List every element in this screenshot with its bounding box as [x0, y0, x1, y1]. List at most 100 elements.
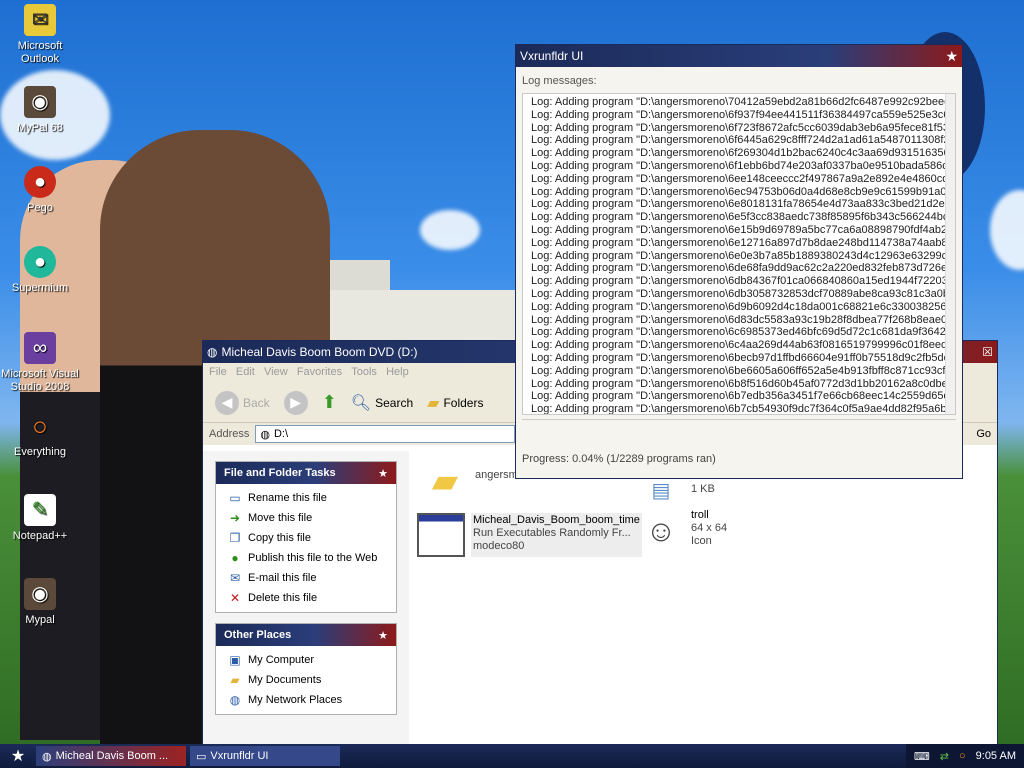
file-tasks-header[interactable]: File and Folder Tasks ★ [216, 462, 396, 484]
desktop-icon-notepadpp[interactable]: ✎ Notepad++ [0, 494, 80, 543]
log-line: Log: Adding program "D:\angersmoreno\6de… [531, 262, 954, 275]
log-line: Log: Adding program "D:\angersmoreno\704… [531, 96, 956, 108]
log-line: Log: Adding program "D:\angersmoreno\6f9… [531, 108, 956, 121]
taskbar-item-vxrunfldr[interactable]: ▭ Vxrunfldr UI [190, 746, 340, 766]
up-folder-button[interactable]: ⬆ [318, 390, 341, 415]
log-line: Log: Adding program "D:\angersmoreno\6e5… [531, 211, 949, 224]
log-line: Log: Adding program "D:\angersmoreno\6b8… [531, 377, 954, 390]
exe-icon [417, 513, 465, 557]
star-icon: ★ [945, 47, 958, 64]
task-publish[interactable]: ● Publish this file to the Web [216, 548, 396, 568]
place-my-computer[interactable]: ▣ My Computer [216, 650, 396, 670]
mypal-icon: ◉ [24, 578, 56, 610]
star-icon: ★ [378, 467, 388, 480]
desktop-icon-label: Microsoft Visual Studio 2008 [1, 368, 79, 393]
log-line: Log: Adding program "D:\angersmoreno\6e0… [531, 249, 954, 262]
progress-text: Progress: 0.04% (1/2289 programs ran) [522, 453, 716, 465]
file-item-exe[interactable]: Micheal_Davis_Boom_boom_time Run Executa… [417, 513, 642, 557]
taskbar: ★ ◍ Micheal Davis Boom ... ▭ Vxrunfldr U… [0, 744, 1024, 768]
desktop-icon-visual-studio[interactable]: ∞ Microsoft Visual Studio 2008 [0, 332, 80, 394]
desktop-icon-supermium[interactable]: ● Supermium [0, 246, 80, 295]
log-label: Log messages: [522, 75, 597, 87]
close-icon[interactable]: ☒ [982, 345, 993, 359]
search-icon[interactable]: ○ [959, 750, 966, 762]
log-line: Log: Adding program "D:\angersmoreno\6c6… [531, 326, 953, 339]
desktop-icon-outlook[interactable]: ✉ Microsoft Outlook [0, 4, 80, 66]
desktop-icon-everything[interactable]: ○ Everything [0, 410, 80, 459]
log-line: Log: Adding program "D:\angersmoreno\6ee… [531, 172, 955, 185]
drive-icon: ◍ [42, 750, 52, 763]
pego-icon: ● [24, 166, 56, 198]
log-list[interactable]: Log: Adding program "D:\angersmoreno\704… [522, 93, 956, 415]
system-tray: ⌨ ⇄ ○ 9:05 AM [905, 744, 1024, 768]
my-documents-icon: ▰ [230, 673, 240, 687]
desktop-icon-label: Supermium [11, 282, 69, 294]
task-move[interactable]: ➜ Move this file [216, 508, 396, 528]
move-icon: ➜ [229, 511, 241, 525]
log-line: Log: Adding program "D:\angersmoreno\6e8… [531, 198, 956, 211]
window-title: Micheal Davis Boom Boom DVD (D:) [221, 345, 418, 359]
log-line: Log: Adding program "D:\angersmoreno\6f6… [531, 134, 956, 147]
delete-icon: ✕ [229, 591, 241, 605]
taskbar-item-explorer[interactable]: ◍ Micheal Davis Boom ... [36, 746, 186, 766]
log-line: Log: Adding program "D:\angersmoreno\6e1… [531, 236, 954, 249]
task-copy[interactable]: ❐ Copy this file [216, 528, 396, 548]
file-tasks-box: File and Folder Tasks ★ ▭ Rename this fil… [215, 461, 397, 613]
other-places-header[interactable]: Other Places ★ [216, 624, 396, 646]
vx-titlebar[interactable]: Vxrunfldr UI ★ [516, 45, 962, 67]
folders-icon: ▰ [427, 394, 440, 412]
log-scrollbar[interactable] [945, 94, 955, 414]
place-my-documents[interactable]: ▰ My Documents [216, 670, 396, 690]
log-line: Log: Adding program "D:\angersmoreno\6c4… [531, 339, 954, 352]
log-line: Log: Adding program "D:\angersmoreno\6d9… [531, 300, 953, 313]
log-line: Log: Adding program "D:\angersmoreno\6db… [531, 287, 956, 300]
address-input[interactable]: ◍ D:\ [255, 425, 516, 443]
keyboard-icon[interactable]: ⌨ [914, 750, 930, 763]
search-icon: 🔍︎ [350, 394, 372, 412]
my-computer-icon: ▣ [229, 653, 241, 667]
place-network[interactable]: ◍ My Network Places [216, 690, 396, 710]
log-line: Log: Adding program "D:\angersmoreno\6f2… [531, 147, 953, 160]
desktop-icon-mypal68[interactable]: ◉ MyPal 68 [0, 86, 80, 135]
copy-icon: ❐ [229, 531, 241, 545]
star-icon: ★ [10, 748, 26, 765]
start-button[interactable]: ★ [0, 746, 36, 766]
file-item-folder[interactable]: ▰ angersmo [421, 459, 524, 503]
network-icon[interactable]: ⇄ [940, 750, 949, 763]
task-delete[interactable]: ✕ Delete this file [216, 588, 396, 608]
log-line: Log: Adding program "D:\angersmoreno\6f7… [531, 121, 956, 134]
forward-button[interactable]: ▶ [280, 389, 312, 417]
desktop-icon-label: Microsoft Outlook [17, 40, 63, 65]
search-button[interactable]: 🔍︎ Search [347, 391, 417, 415]
log-input-area[interactable] [522, 419, 956, 441]
web-publish-icon: ● [231, 551, 239, 565]
folders-button[interactable]: ▰ Folders [423, 391, 487, 415]
back-button[interactable]: ◀ Back [211, 389, 274, 417]
task-rename[interactable]: ▭ Rename this file [216, 488, 396, 508]
desktop-icon-pego[interactable]: ● Pego [0, 166, 80, 215]
back-arrow-icon: ◀ [215, 390, 239, 415]
address-label: Address [209, 428, 250, 440]
up-folder-icon: ⬆ [321, 392, 337, 412]
file-item-troll[interactable]: ☺ troll 64 x 64 Icon [637, 509, 727, 553]
go-button[interactable]: Go [976, 428, 991, 440]
supermium-icon: ● [24, 246, 56, 278]
window-title: Vxrunfldr UI [520, 49, 584, 63]
log-line: Log: Adding program "D:\angersmoreno\6be… [531, 351, 956, 364]
task-email[interactable]: ✉ E-mail this file [216, 568, 396, 588]
star-icon: ★ [378, 629, 388, 642]
clock[interactable]: 9:05 AM [976, 750, 1016, 762]
desktop-icon-label: MyPal 68 [17, 122, 63, 134]
outlook-icon: ✉ [24, 4, 56, 36]
desktop-icon-mypal[interactable]: ◉ Mypal [0, 578, 80, 627]
log-line: Log: Adding program "D:\angersmoreno\6d8… [531, 313, 954, 326]
everything-icon: ○ [32, 410, 48, 441]
email-icon: ✉ [229, 571, 241, 585]
log-line: Log: Adding program "D:\angersmoreno\6e1… [531, 223, 954, 236]
desktop-icon-label: Notepad++ [12, 530, 68, 542]
visual-studio-icon: ∞ [24, 332, 56, 364]
desktop-icon-label: Mypal [25, 614, 55, 626]
drive-icon: ◍ [207, 345, 218, 359]
desktop-icon-label: Pego [27, 202, 53, 214]
forward-arrow-icon: ▶ [283, 390, 308, 415]
